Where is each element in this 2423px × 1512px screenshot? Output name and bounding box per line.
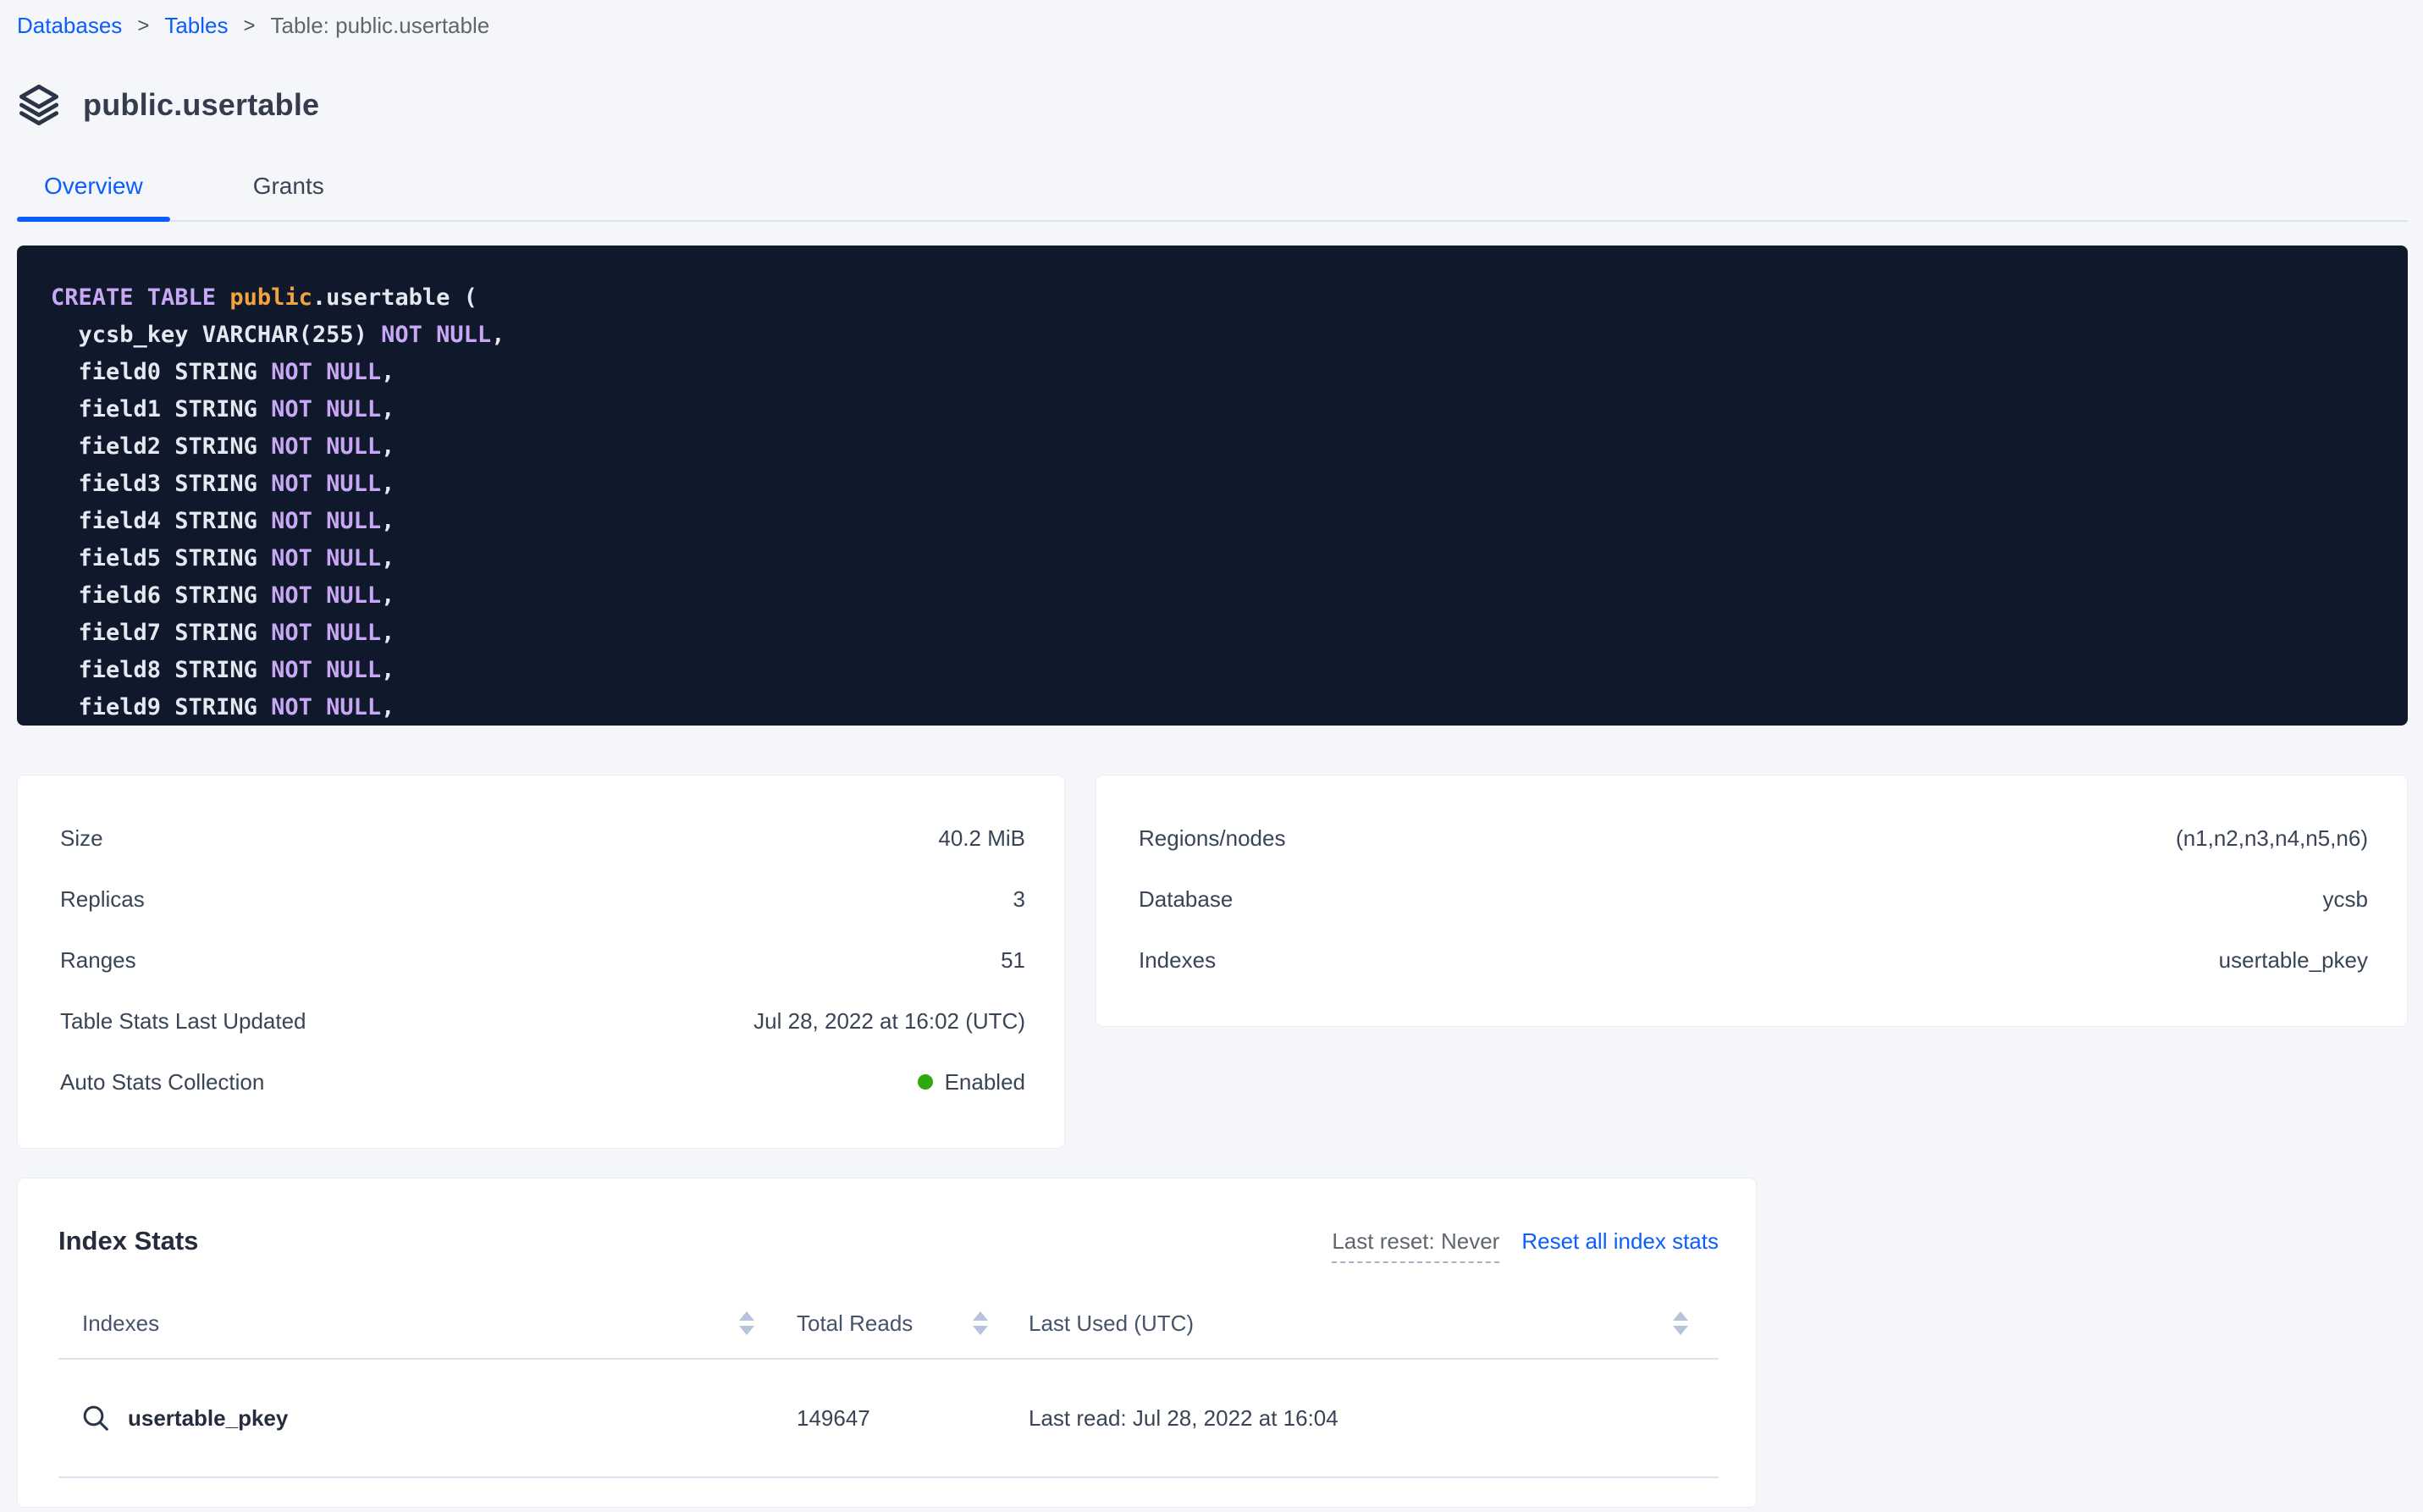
tab-bar: Overview Grants — [17, 174, 2408, 222]
column-header-indexes[interactable]: Indexes — [58, 1311, 754, 1336]
chevron-right-icon: > — [137, 12, 149, 39]
search-icon — [79, 1401, 113, 1435]
stat-row: Auto Stats Collection Enabled — [60, 1067, 1025, 1097]
sql-line: ycsb_key VARCHAR(255) NOT NULL, — [51, 317, 2374, 354]
sql-line: field0 STRING NOT NULL, — [51, 354, 2374, 391]
total-reads-value: 149647 — [754, 1405, 988, 1432]
sort-arrows-icon — [973, 1311, 988, 1335]
tab-overview[interactable]: Overview — [17, 174, 170, 220]
stat-label: Indexes — [1139, 945, 1216, 975]
sql-line: CREATE TABLE public.usertable ( — [51, 279, 2374, 317]
index-stats-header: Index Stats Last reset: Never Reset all … — [58, 1222, 1719, 1263]
stat-row: Table Stats Last Updated Jul 28, 2022 at … — [60, 1006, 1025, 1036]
index-table-header: Indexes Total Reads Last Used (UTC) — [58, 1311, 1719, 1360]
table-details-card: Size 40.2 MiB Replicas 3 Ranges 51 Table Stats… — [17, 775, 1065, 1149]
index-stats-title: Index Stats — [58, 1222, 198, 1260]
chevron-right-icon: > — [243, 12, 255, 39]
index-name: usertable_pkey — [128, 1405, 288, 1432]
table-detail-page: Databases > Tables > Table: public.usertable… — [0, 0, 2423, 1508]
stat-label: Auto Stats Collection — [60, 1067, 264, 1097]
sql-create-statement[interactable]: CREATE TABLE public.usertable ( ycsb_key… — [17, 246, 2408, 726]
stat-label: Ranges — [60, 945, 136, 975]
stat-value: usertable_pkey — [2219, 945, 2368, 975]
breadcrumb-current: Table: public.usertable — [271, 13, 490, 38]
stat-row: Database ycsb — [1139, 884, 2368, 914]
page-title: public.usertable — [83, 83, 319, 127]
stat-label: Table Stats Last Updated — [60, 1006, 306, 1036]
column-header-label: Last Used (UTC) — [1029, 1311, 1194, 1336]
reset-index-stats-link[interactable]: Reset all index stats — [1521, 1228, 1719, 1255]
sql-line: field4 STRING NOT NULL, — [51, 503, 2374, 540]
stat-row: Indexes usertable_pkey — [1139, 945, 2368, 975]
stat-value: 3 — [1013, 884, 1025, 914]
sort-arrows-icon — [739, 1311, 754, 1335]
column-header-label: Indexes — [82, 1311, 159, 1336]
sql-line: field1 STRING NOT NULL, — [51, 391, 2374, 428]
index-table-body: usertable_pkey 149647Last read: Jul 28, 2… — [58, 1360, 1719, 1478]
stat-label: Regions/nodes — [1139, 823, 1285, 853]
stat-label: Replicas — [60, 884, 145, 914]
stat-label: Size — [60, 823, 103, 853]
stat-row: Size 40.2 MiB — [60, 823, 1025, 853]
stat-value: Enabled — [918, 1067, 1025, 1097]
column-header-last-used-utc-[interactable]: Last Used (UTC) — [988, 1311, 1688, 1336]
last-reset-label: Last reset: Never — [1332, 1228, 1499, 1263]
stat-row: Replicas 3 — [60, 884, 1025, 914]
sql-line: field9 STRING NOT NULL, — [51, 689, 2374, 726]
layers-stack-icon — [17, 83, 61, 127]
table-meta-card: Regions/nodes (n1,n2,n3,n4,n5,n6) Database… — [1096, 775, 2408, 1027]
breadcrumb: Databases > Tables > Table: public.usertable — [17, 12, 2408, 39]
sql-line: field5 STRING NOT NULL, — [51, 540, 2374, 577]
index-stats-table: Indexes Total Reads Last Used (UTC) userta… — [58, 1311, 1719, 1478]
sql-line: field2 STRING NOT NULL, — [51, 428, 2374, 466]
breadcrumb-link-databases[interactable]: Databases — [17, 13, 122, 38]
sql-line: field6 STRING NOT NULL, — [51, 577, 2374, 615]
stat-value: Jul 28, 2022 at 16:02 (UTC) — [753, 1006, 1025, 1036]
index-name-link[interactable]: usertable_pkey — [58, 1401, 754, 1435]
sql-line: field8 STRING NOT NULL, — [51, 652, 2374, 689]
stat-value: 40.2 MiB — [938, 823, 1025, 853]
sql-line: field3 STRING NOT NULL, — [51, 466, 2374, 503]
sql-line: field7 STRING NOT NULL, — [51, 615, 2374, 652]
status-dot-icon — [918, 1074, 933, 1090]
stat-value: 51 — [1001, 945, 1025, 975]
column-header-label: Total Reads — [797, 1311, 913, 1336]
tab-grants[interactable]: Grants — [226, 174, 351, 220]
sort-arrows-icon — [1673, 1311, 1688, 1335]
column-header-total-reads[interactable]: Total Reads — [754, 1311, 988, 1336]
stat-row: Ranges 51 — [60, 945, 1025, 975]
page-title-row: public.usertable — [17, 83, 2408, 127]
stat-value: ycsb — [2323, 884, 2368, 914]
stat-value: (n1,n2,n3,n4,n5,n6) — [2176, 823, 2368, 853]
index-stats-actions: Last reset: Never Reset all index stats — [1332, 1222, 1719, 1263]
summary-cards-row: Size 40.2 MiB Replicas 3 Ranges 51 Table Stats… — [17, 775, 2408, 1149]
index-stats-card: Index Stats Last reset: Never Reset all … — [17, 1178, 1757, 1508]
last-used-value: Last read: Jul 28, 2022 at 16:04 — [988, 1405, 1688, 1432]
index-stats-row: usertable_pkey 149647Last read: Jul 28, 2… — [58, 1360, 1719, 1478]
stat-row: Regions/nodes (n1,n2,n3,n4,n5,n6) — [1139, 823, 2368, 853]
stat-label: Database — [1139, 884, 1233, 914]
breadcrumb-link-tables[interactable]: Tables — [164, 13, 228, 38]
